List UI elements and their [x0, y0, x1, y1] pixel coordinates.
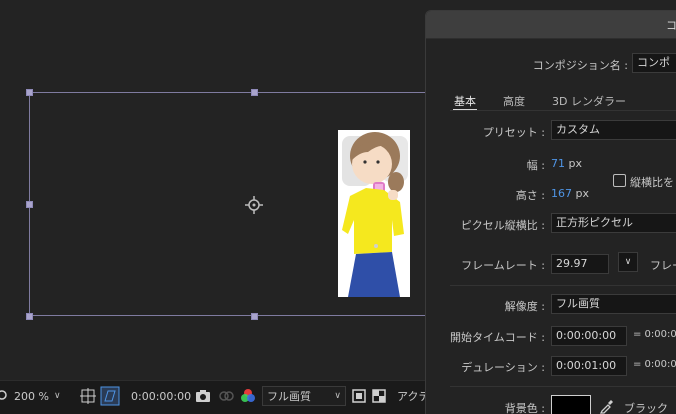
start-timecode-equivalent: = 0:00:00 — [633, 329, 676, 340]
frame-rate-unit: フレー — [650, 259, 676, 272]
lock-aspect-checkbox[interactable] — [613, 174, 626, 187]
frame-rate-dropdown[interactable]: ∨ — [618, 252, 638, 272]
height-unit: px — [575, 187, 590, 200]
dialog-title: コン — [666, 19, 676, 32]
start-timecode-label: 開始タイムコード : — [450, 331, 545, 344]
grid-options-icon[interactable] — [80, 386, 96, 406]
channel-rgb-icon[interactable] — [240, 386, 256, 406]
tab-3d-renderer[interactable]: 3D レンダラー — [552, 93, 626, 109]
chevron-down-icon: ∨ — [53, 391, 61, 401]
comp-name-input[interactable]: コンポ — [632, 53, 676, 73]
anchor-point-icon[interactable] — [245, 196, 263, 214]
pixel-aspect-label: ピクセル縦横比 : — [460, 219, 545, 232]
pixel-aspect-select[interactable]: 正方形ピクセル — [551, 213, 676, 233]
zoom-value: 200 % — [14, 389, 49, 403]
region-of-interest-icon[interactable] — [352, 386, 366, 406]
height-field[interactable]: 167 px — [551, 187, 589, 200]
magnifier-icon[interactable] — [0, 386, 8, 406]
transform-handle-middle-left[interactable] — [26, 201, 33, 208]
background-color-name: ブラック — [624, 402, 668, 414]
zoom-select[interactable]: 200 % ∨ — [14, 386, 61, 406]
background-color-swatch[interactable] — [551, 395, 591, 414]
dialog-titlebar[interactable]: コン — [426, 11, 676, 39]
preset-select[interactable]: カスタム — [551, 120, 676, 140]
transform-handle-top-left[interactable] — [26, 89, 33, 96]
transparency-grid-icon[interactable] — [372, 386, 386, 406]
frame-rate-input[interactable]: 29.97 — [551, 254, 609, 274]
duration-equivalent: = 0:00:01 — [633, 359, 676, 370]
height-label: 高さ : — [515, 189, 545, 202]
eyedropper-icon[interactable] — [599, 398, 615, 414]
lock-aspect-label: 縦横比を — [630, 176, 674, 189]
width-unit: px — [568, 157, 583, 170]
height-value: 167 — [551, 187, 572, 200]
tab-advanced[interactable]: 高度 — [503, 93, 525, 109]
resolution-select-dialog[interactable]: フル画質 — [551, 294, 676, 314]
width-label: 幅 : — [526, 159, 545, 172]
resolution-select[interactable]: フル画質 ∨ — [262, 386, 346, 406]
toggle-mask-visibility-icon[interactable] — [100, 386, 120, 406]
section-divider — [450, 285, 676, 286]
section-divider — [450, 386, 676, 387]
transform-handle-top-center[interactable] — [251, 89, 258, 96]
resolution-label: 解像度 : — [504, 300, 545, 313]
tabs-divider — [450, 110, 676, 111]
composition-settings-dialog: コン コンポジション名 : コンポ 基本 高度 3D レンダラー プリセット :… — [425, 10, 676, 414]
chevron-down-icon: ∨ — [624, 257, 632, 267]
snapshot-camera-icon[interactable] — [195, 386, 211, 406]
transform-handle-bottom-left[interactable] — [26, 313, 33, 320]
width-field[interactable]: 71 px — [551, 157, 582, 170]
resolution-value: フル画質 — [267, 390, 311, 403]
duration-input[interactable]: 0:00:01:00 — [551, 356, 627, 376]
person-illustration[interactable] — [338, 130, 410, 297]
background-color-label: 背景色 : — [504, 402, 545, 414]
show-snapshot-icon[interactable] — [218, 386, 234, 406]
current-time-display[interactable]: 0:00:00:00 — [131, 386, 191, 406]
preset-label: プリセット : — [482, 126, 545, 139]
comp-name-label: コンポジション名 : — [532, 59, 628, 72]
frame-rate-label: フレームレート : — [461, 259, 545, 272]
width-value: 71 — [551, 157, 565, 170]
tab-basic[interactable]: 基本 — [454, 93, 476, 109]
start-timecode-input[interactable]: 0:00:00:00 — [551, 326, 627, 346]
duration-label: デュレーション : — [461, 361, 545, 374]
transform-handle-bottom-center[interactable] — [251, 313, 258, 320]
chevron-down-icon: ∨ — [334, 391, 341, 401]
